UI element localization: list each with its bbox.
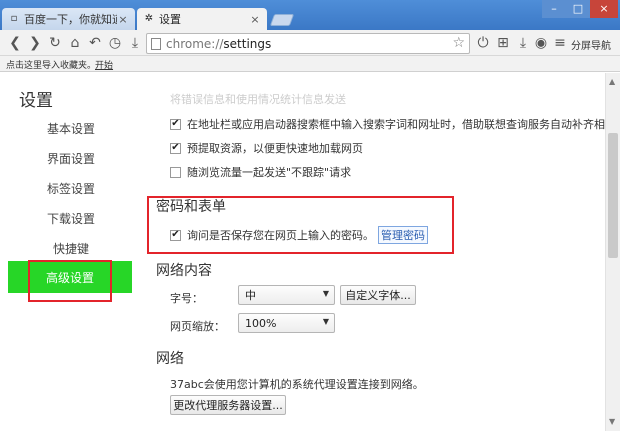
network-section-title: 网络	[156, 351, 184, 367]
history-icon[interactable]: ◷	[106, 34, 124, 52]
annotation-box	[147, 196, 454, 254]
undo-icon[interactable]: ↶	[86, 34, 104, 52]
option-label: 在地址栏或应用启动器搜索框中输入搜索字词和网址时，借助联想查询服务自动补齐相关	[187, 118, 605, 131]
sidebar-item-basic[interactable]: 基本设置	[16, 120, 126, 137]
download-page-icon[interactable]: ⤓	[126, 34, 144, 52]
maximize-button[interactable]: □	[566, 0, 590, 18]
option-label: 预提取资源，以便更快速地加载网页	[187, 142, 363, 155]
proxy-description: 37abc会使用您计算机的系统代理设置连接到网络。	[170, 378, 424, 391]
star-icon[interactable]: ☆	[452, 35, 465, 51]
url-host: settings	[223, 36, 272, 51]
scroll-thumb[interactable]	[608, 133, 618, 258]
home-icon[interactable]: ⌂	[66, 34, 84, 52]
menu-icon[interactable]: ≡	[551, 34, 569, 52]
sidebar-item-interface[interactable]: 界面设置	[16, 150, 126, 167]
scroll-down-icon[interactable]: ▼	[609, 417, 615, 426]
prefetch-option[interactable]: ✔ 预提取资源，以便更快速地加载网页	[170, 140, 363, 156]
chevron-down-icon: ▼	[322, 317, 329, 326]
power-icon[interactable]: ⏻	[474, 34, 492, 52]
address-bar[interactable]: chrome://settings ☆	[146, 33, 470, 54]
screenshot-icon[interactable]: ⊞	[494, 34, 512, 52]
select-value: 100%	[245, 316, 277, 330]
option-label: 随浏览流量一起发送"不跟踪"请求	[187, 166, 352, 179]
checkbox[interactable]: ✔	[170, 142, 181, 154]
bookmarks-bar: 点击这里导入收藏夹。 开始	[0, 56, 620, 72]
download-icon[interactable]: ⤓	[514, 34, 532, 52]
page-icon: ▫	[10, 13, 18, 24]
close-icon[interactable]: ×	[117, 13, 129, 26]
close-icon[interactable]: ×	[249, 13, 261, 26]
font-size-select[interactable]: 中 ▼	[238, 285, 335, 305]
back-icon[interactable]: ❮	[6, 34, 24, 52]
zoom-label: 网页缩放：	[170, 320, 225, 333]
faded-option: 将错误信息和使用情况统计信息发送	[170, 93, 346, 106]
tab-settings[interactable]: ✲ 设置 ×	[137, 8, 267, 30]
gear-icon: ✲	[144, 13, 154, 24]
web-content-section-title: 网络内容	[156, 263, 212, 279]
tab-label: 设置	[159, 13, 181, 26]
do-not-track-option[interactable]: 随浏览流量一起发送"不跟踪"请求	[170, 164, 351, 180]
select-value: 中	[245, 289, 256, 302]
account-icon[interactable]: ◉	[532, 34, 550, 52]
font-size-label: 字号：	[170, 292, 203, 305]
page-icon	[151, 37, 161, 50]
split-screen-nav[interactable]: 分屏导航	[571, 37, 611, 52]
new-tab-button[interactable]	[269, 14, 295, 26]
toolbar: ❮ ❯ ↻ ⌂ ↶ ◷ ⤓ chrome://settings ☆ ⏻ ⊞ ⤓ …	[0, 30, 620, 56]
reload-icon[interactable]: ↻	[46, 34, 64, 52]
bookmarks-start-link[interactable]: 开始	[95, 58, 113, 71]
annotation-box	[28, 260, 112, 302]
window-close-button[interactable]: ×	[590, 0, 618, 18]
tab-label: 百度一下，你就知道	[24, 13, 117, 26]
page-title: 设置	[19, 91, 53, 111]
scrollbar[interactable]: ▲ ▼	[605, 73, 620, 431]
chevron-down-icon: ▼	[322, 289, 329, 298]
scroll-up-icon[interactable]: ▲	[609, 77, 615, 86]
url-scheme: chrome://	[166, 36, 224, 51]
sidebar-item-downloads[interactable]: 下载设置	[16, 210, 126, 227]
sidebar-item-tabs[interactable]: 标签设置	[16, 180, 126, 197]
bookmarks-hint[interactable]: 点击这里导入收藏夹。	[6, 58, 96, 71]
change-proxy-button[interactable]: 更改代理服务器设置...	[170, 395, 286, 415]
checkbox[interactable]	[170, 166, 181, 178]
checkbox[interactable]: ✔	[170, 118, 181, 130]
minimize-button[interactable]: –	[542, 0, 566, 18]
forward-icon[interactable]: ❯	[26, 34, 44, 52]
settings-page: 设置 基本设置 界面设置 标签设置 下载设置 快捷键 高级设置 将错误信息和使用…	[0, 73, 620, 431]
suggest-option[interactable]: ✔ 在地址栏或应用启动器搜索框中输入搜索字词和网址时，借助联想查询服务自动补齐相…	[170, 116, 605, 132]
customize-fonts-button[interactable]: 自定义字体...	[340, 285, 416, 305]
tab-baidu[interactable]: ▫ 百度一下，你就知道 ×	[2, 8, 135, 30]
title-bar: ▫ 百度一下，你就知道 × ✲ 设置 × – □ ×	[0, 0, 620, 30]
sidebar-item-shortcuts[interactable]: 快捷键	[16, 240, 126, 257]
zoom-select[interactable]: 100% ▼	[238, 313, 335, 333]
